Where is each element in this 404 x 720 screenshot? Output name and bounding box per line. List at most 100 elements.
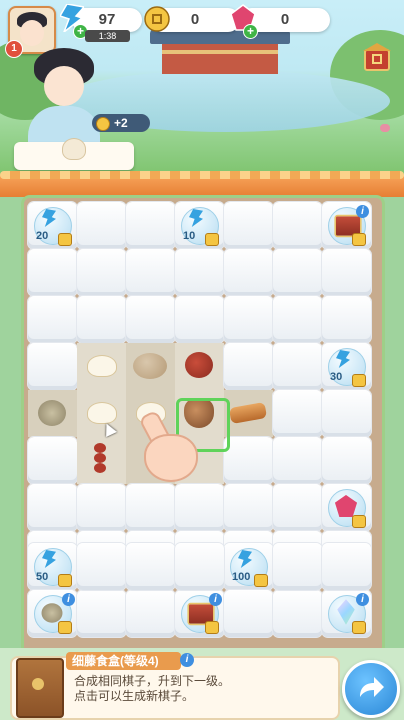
board-cell[interactable] xyxy=(224,343,273,390)
info-icon[interactable]: i xyxy=(356,205,369,218)
board-cell[interactable] xyxy=(28,484,77,531)
board-cell[interactable] xyxy=(273,343,322,390)
board-cell[interactable]: 10 xyxy=(175,202,224,249)
lock-icon xyxy=(352,621,366,634)
board-cell[interactable] xyxy=(77,543,126,590)
info-icon[interactable]: i xyxy=(62,593,75,606)
item-description: 合成相同棋子，升到下一级。 点击可以生成新棋子。 xyxy=(74,674,230,704)
board-cell[interactable]: i xyxy=(28,590,77,637)
item-name: 细藤食盒(等级4) xyxy=(66,652,181,670)
board-cell[interactable] xyxy=(273,437,322,484)
lock-icon xyxy=(58,574,72,587)
board-cell[interactable] xyxy=(28,437,77,484)
board-cell[interactable]: 30 xyxy=(322,343,371,390)
info-icon[interactable]: i xyxy=(209,593,222,606)
board-cell[interactable] xyxy=(322,543,371,590)
board-cell[interactable] xyxy=(126,484,175,531)
add-gem-button[interactable]: + xyxy=(243,24,258,39)
board-cell[interactable] xyxy=(126,249,175,296)
board-cell[interactable] xyxy=(322,437,371,484)
board-cell[interactable] xyxy=(77,343,126,390)
lock-icon xyxy=(352,233,366,246)
board-cell[interactable] xyxy=(322,249,371,296)
lock-icon xyxy=(58,621,72,634)
board-cell[interactable] xyxy=(175,543,224,590)
item-description-line2: 点击可以生成新棋子。 xyxy=(74,689,195,703)
lock-icon xyxy=(352,374,366,387)
order-reward: +2 xyxy=(92,114,150,132)
scene-banner xyxy=(0,171,404,197)
board-cell[interactable] xyxy=(28,296,77,343)
board-cell[interactable] xyxy=(224,590,273,637)
garden-scene: 1 97 + 1:38 0 0 + +2 xyxy=(0,0,404,175)
board-cell[interactable] xyxy=(126,590,175,637)
energy-amount: 30 xyxy=(330,371,343,383)
dumpling-icon xyxy=(87,402,117,424)
item-description-line1: 合成相同棋子，升到下一级。 xyxy=(74,674,231,688)
board-cell[interactable] xyxy=(273,202,322,249)
board-cell[interactable] xyxy=(322,484,371,531)
board-cell[interactable] xyxy=(126,543,175,590)
board-cell[interactable]: 20 xyxy=(28,202,77,249)
board-cell[interactable] xyxy=(77,249,126,296)
board-cell[interactable] xyxy=(273,390,322,437)
board-cell[interactable] xyxy=(273,590,322,637)
board-cell[interactable] xyxy=(224,437,273,484)
bun-icon xyxy=(133,353,167,379)
board-cell[interactable] xyxy=(126,202,175,249)
board-cell[interactable] xyxy=(77,202,126,249)
board-cell[interactable] xyxy=(126,296,175,343)
board-cell[interactable] xyxy=(175,484,224,531)
board-cell[interactable] xyxy=(273,543,322,590)
board-cell[interactable] xyxy=(224,249,273,296)
dumpling-icon xyxy=(62,138,86,160)
board-cell[interactable] xyxy=(28,249,77,296)
board-cell[interactable] xyxy=(77,296,126,343)
board-cell[interactable]: i xyxy=(175,590,224,637)
board-cell[interactable] xyxy=(77,390,126,437)
board-cell[interactable] xyxy=(77,590,126,637)
info-icon[interactable]: i xyxy=(180,653,194,667)
board-cell[interactable] xyxy=(77,484,126,531)
lock-icon xyxy=(205,233,219,246)
board-cell[interactable] xyxy=(322,296,371,343)
board-cell[interactable]: i xyxy=(322,202,371,249)
lock-icon xyxy=(58,233,72,246)
tutorial-hand-icon xyxy=(138,409,204,482)
pastry-icon xyxy=(228,401,268,425)
board-cell[interactable] xyxy=(126,343,175,390)
item-info-panel: 细藤食盒(等级4) i 合成相同棋子，升到下一级。 点击可以生成新棋子。 xyxy=(0,648,404,720)
board-cell[interactable]: 100 xyxy=(224,543,273,590)
decor-dots xyxy=(380,124,390,132)
board-cell[interactable] xyxy=(273,249,322,296)
customer-character xyxy=(24,48,104,150)
info-icon[interactable]: i xyxy=(356,593,369,606)
energy-amount: 20 xyxy=(36,230,49,242)
board-cell[interactable] xyxy=(224,390,273,437)
board-cell[interactable] xyxy=(224,296,273,343)
food-cabinet-icon xyxy=(16,658,64,718)
lock-icon xyxy=(205,621,219,634)
board-cell[interactable] xyxy=(28,390,77,437)
board-cell[interactable] xyxy=(28,343,77,390)
board-cell[interactable] xyxy=(224,202,273,249)
energy-amount: 100 xyxy=(232,571,251,583)
board-cell[interactable] xyxy=(273,484,322,531)
board-cell[interactable] xyxy=(224,484,273,531)
go-button[interactable] xyxy=(342,660,400,718)
basket-icon xyxy=(38,400,66,426)
board-cell[interactable] xyxy=(322,390,371,437)
board-cell[interactable] xyxy=(273,296,322,343)
shop-icon[interactable] xyxy=(362,42,392,72)
energy-amount: 10 xyxy=(183,230,196,242)
board-cell[interactable]: 50 xyxy=(28,543,77,590)
order-reward-value: +2 xyxy=(114,116,128,130)
coin-icon xyxy=(96,117,110,131)
board-cell[interactable] xyxy=(175,249,224,296)
skewer-icon xyxy=(91,443,109,475)
order-plate[interactable] xyxy=(14,138,134,170)
board-cell[interactable] xyxy=(175,296,224,343)
board-cell[interactable]: i xyxy=(322,590,371,637)
board-cell[interactable] xyxy=(77,437,126,484)
board-cell[interactable] xyxy=(175,343,224,390)
